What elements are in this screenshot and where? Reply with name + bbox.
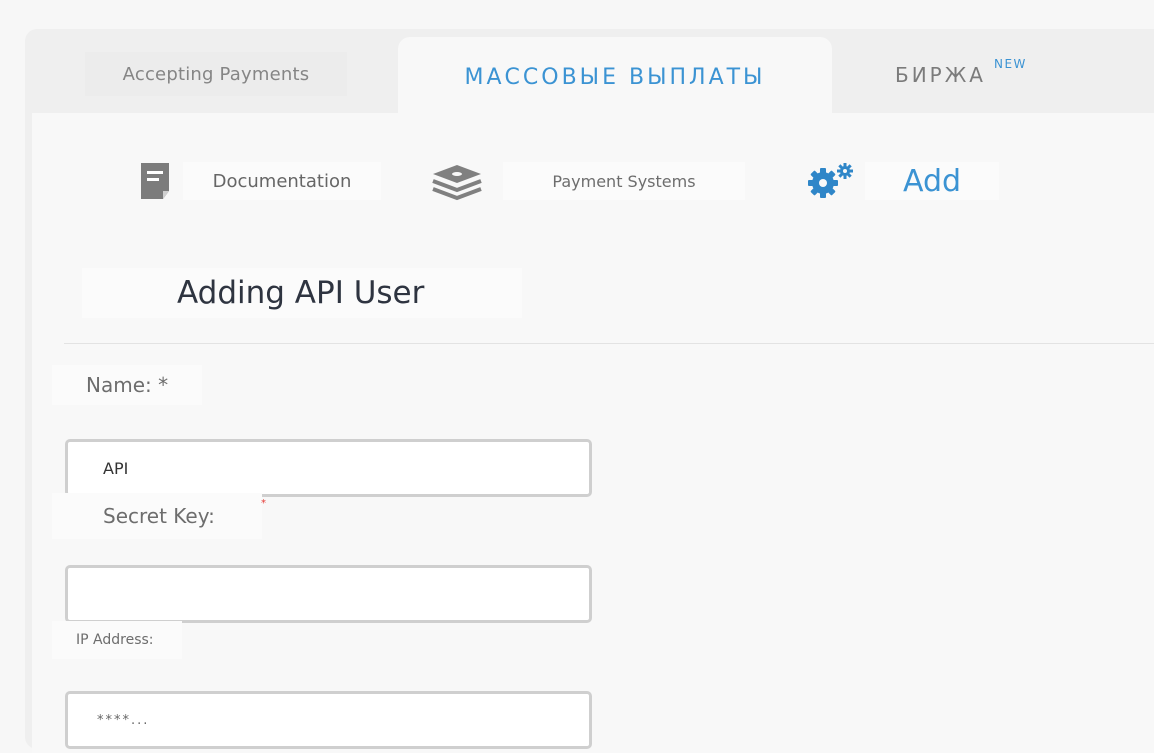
ip-address-input[interactable] [65, 691, 592, 749]
tab-accepting-payments-label: Accepting Payments [122, 63, 310, 85]
tab-mass-payouts-label: МАССОВЫЕ ВЫПЛАТЫ [464, 64, 766, 90]
subnav-documentation[interactable]: Documentation [139, 161, 381, 201]
new-badge: NEW [993, 57, 1027, 71]
documentation-label: Documentation [183, 162, 381, 200]
document-icon [141, 163, 169, 199]
tab-bar: Accepting Payments МАССОВЫЕ ВЫПЛАТЫ БИРЖ… [25, 29, 1154, 117]
page-title: Adding API User [82, 268, 522, 318]
content-panel: Documentation Payment Systems Add Adding… [32, 113, 1154, 753]
main-card: Accepting Payments МАССОВЫЕ ВЫПЛАТЫ БИРЖ… [25, 29, 1154, 753]
secret-key-label: Secret Key: [52, 493, 262, 539]
secret-key-label-text: Secret Key: [103, 504, 215, 528]
subnav-payment-systems[interactable]: Payment Systems [429, 161, 745, 201]
ip-address-label-text: IP Address: [76, 632, 154, 648]
subnav-add[interactable]: Add [805, 161, 999, 201]
name-label: Name: * [52, 365, 202, 405]
secret-key-input[interactable] [65, 565, 592, 623]
layers-icon [432, 165, 482, 201]
tab-exchange[interactable]: БИРЖА NEW [895, 57, 1027, 93]
add-label: Add [865, 162, 999, 200]
name-label-text: Name: * [86, 373, 169, 397]
divider [64, 343, 1154, 344]
payment-systems-label: Payment Systems [503, 162, 745, 200]
tab-mass-payouts[interactable]: МАССОВЫЕ ВЫПЛАТЫ [398, 37, 832, 117]
ip-address-label: IP Address: [52, 621, 182, 659]
name-input[interactable] [65, 439, 592, 497]
required-mark: * [261, 498, 266, 509]
tab-exchange-label: БИРЖА [895, 63, 986, 87]
tab-accepting-payments[interactable]: Accepting Payments [85, 52, 347, 96]
gears-icon [808, 163, 853, 198]
